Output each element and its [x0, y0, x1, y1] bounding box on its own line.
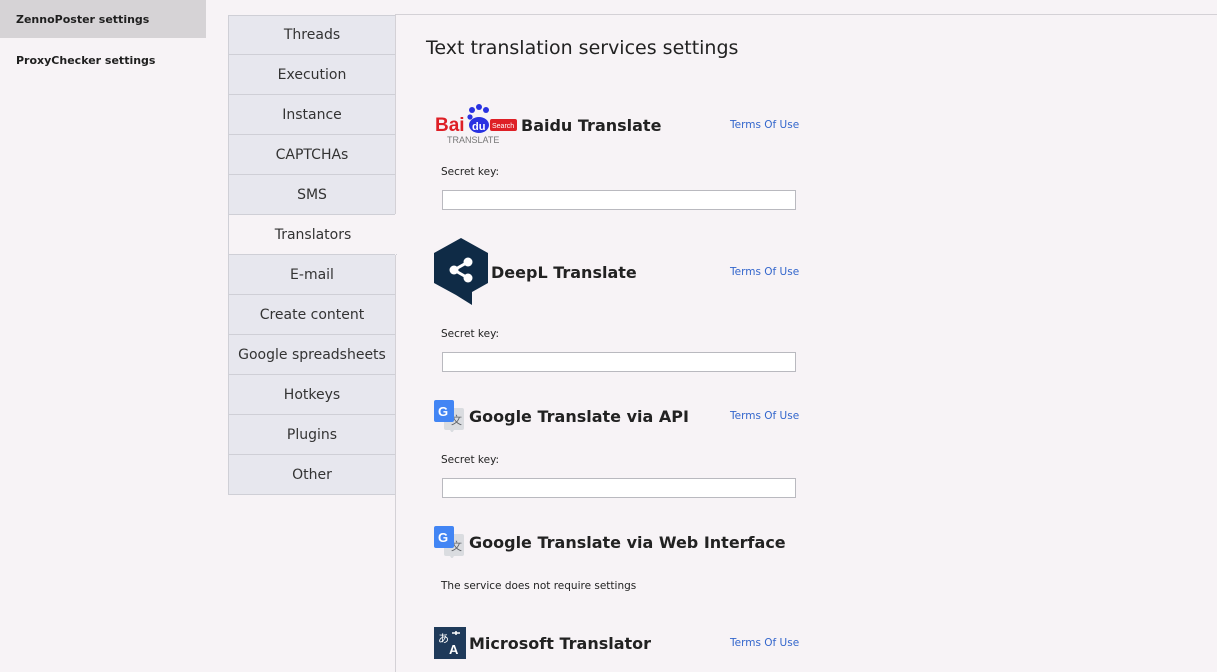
tab-instance[interactable]: Instance: [228, 95, 396, 135]
tab-captchas[interactable]: CAPTCHAs: [228, 135, 396, 175]
baidu-title: Baidu Translate: [521, 116, 662, 135]
microsoft-terms-link[interactable]: Terms Of Use: [730, 637, 799, 649]
baidu-secret-key-label: Secret key:: [441, 166, 500, 178]
tab-other[interactable]: Other: [228, 455, 396, 495]
deepl-secret-key-label: Secret key:: [441, 328, 500, 340]
tab-google-spreadsheets[interactable]: Google spreadsheets: [228, 335, 396, 375]
svg-text:あ: あ: [438, 632, 449, 645]
tab-threads[interactable]: Threads: [228, 15, 396, 55]
svg-text:Search: Search: [492, 123, 514, 130]
svg-text:du: du: [472, 121, 485, 133]
svg-text:A: A: [449, 642, 459, 657]
svg-text:G: G: [438, 530, 448, 545]
baidu-logo: Bai du Search TRANSLATE: [435, 104, 517, 145]
content-panel: Text translation services settings Bai d…: [396, 15, 1217, 672]
microsoft-translator-icon: あ A: [434, 627, 466, 659]
page-title: Text translation services settings: [426, 37, 739, 59]
nav-zennoposter-settings[interactable]: ZennoPoster settings: [0, 0, 206, 38]
tab-create-content[interactable]: Create content: [228, 295, 396, 335]
tab-plugins[interactable]: Plugins: [228, 415, 396, 455]
google-translate-icon: 文 G: [434, 526, 464, 558]
deepl-logo: [434, 238, 488, 305]
microsoft-title: Microsoft Translator: [469, 634, 652, 653]
baidu-secret-key-input[interactable]: [442, 190, 796, 210]
deepl-title: DeepL Translate: [491, 263, 637, 282]
google-web-title: Google Translate via Web Interface: [469, 533, 786, 552]
tab-email[interactable]: E-mail: [228, 255, 396, 295]
svg-text:TRANSLATE: TRANSLATE: [447, 135, 499, 145]
deepl-secret-key-input[interactable]: [442, 352, 796, 372]
google-api-secret-key-label: Secret key:: [441, 454, 500, 466]
tab-hotkeys[interactable]: Hotkeys: [228, 375, 396, 415]
google-api-title: Google Translate via API: [469, 407, 689, 426]
svg-text:Bai: Bai: [435, 115, 465, 136]
google-translate-icon: 文 G: [434, 400, 464, 432]
svg-text:G: G: [438, 404, 448, 419]
google-api-secret-key-input[interactable]: [442, 478, 796, 498]
google-api-terms-link[interactable]: Terms Of Use: [730, 410, 799, 422]
baidu-terms-link[interactable]: Terms Of Use: [730, 119, 799, 131]
nav-proxychecker-settings[interactable]: ProxyChecker settings: [0, 41, 206, 79]
deepl-terms-link[interactable]: Terms Of Use: [730, 266, 799, 278]
left-nav: ZennoPoster settings ProxyChecker settin…: [0, 0, 206, 672]
settings-tabs: Threads Execution Instance CAPTCHAs SMS …: [228, 15, 397, 495]
tab-sms[interactable]: SMS: [228, 175, 396, 215]
tab-translators[interactable]: Translators: [228, 215, 397, 255]
google-web-note: The service does not require settings: [441, 580, 637, 592]
tab-execution[interactable]: Execution: [228, 55, 396, 95]
